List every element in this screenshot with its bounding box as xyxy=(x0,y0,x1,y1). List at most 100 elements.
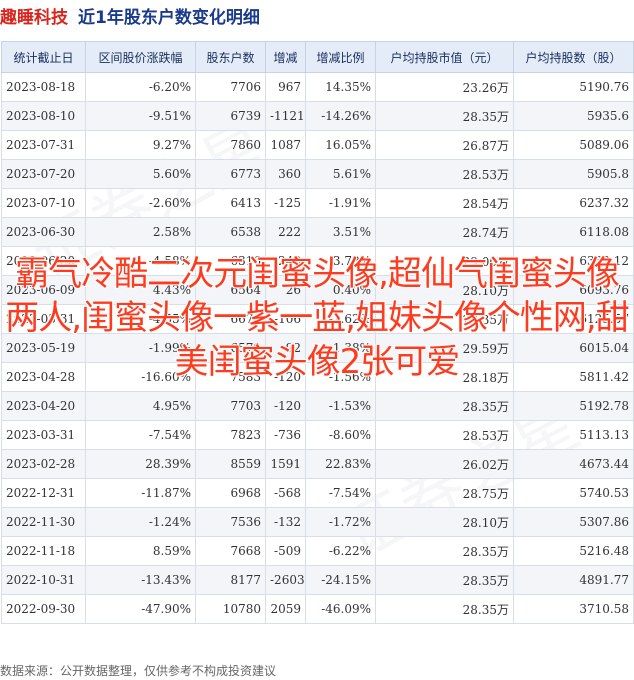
cell-avg-value: 26.87万 xyxy=(375,130,514,160)
cell-ratio: 16.05% xyxy=(305,130,376,160)
cell-date: 2023-07-10 xyxy=(1,188,86,218)
cell-date: 2023-07-20 xyxy=(1,159,86,189)
cell-delta: -120 xyxy=(265,391,306,421)
cell-delta: -509 xyxy=(265,536,306,566)
col-header-avg-value[interactable]: 户均持股市值（元） xyxy=(375,41,514,73)
table-row: 2023-03-31 -7.54% 7823 -736 -8.60% 28.53万 5113… xyxy=(1,420,634,450)
cell-date: 2023-05-31 xyxy=(1,304,86,334)
cell-price-change: -16.60% xyxy=(85,362,196,392)
col-header-avg-shares[interactable]: 户均持股数（股） xyxy=(513,41,634,73)
cell-date: 2023-06-09 xyxy=(1,275,86,305)
cell-delta: 1591 xyxy=(265,449,306,479)
cell-avg-shares: 3710.58 xyxy=(513,594,634,624)
cell-avg-value: 28.35万 xyxy=(375,565,514,595)
table-row: 2023-06-20 -4.58% 6316 -248 -3.78% 29.00万 6333… xyxy=(1,246,634,276)
cell-avg-value: 29.00万 xyxy=(375,246,514,276)
cell-avg-value: 28.74万 xyxy=(375,217,514,247)
cell-holders: 7860 xyxy=(195,130,266,160)
cell-ratio: 3.51% xyxy=(305,217,376,247)
cell-avg-shares: 5811.42 xyxy=(513,362,634,392)
cell-ratio: -14.26% xyxy=(305,101,376,131)
cell-ratio: -8.60% xyxy=(305,420,376,450)
cell-avg-shares: 6093.76 xyxy=(513,275,634,305)
cell-avg-shares: 5113.13 xyxy=(513,420,634,450)
cell-price-change: 2.58% xyxy=(85,217,196,247)
col-header-date[interactable]: 统计截止日 xyxy=(1,41,86,73)
cell-date: 2023-03-31 xyxy=(1,420,86,450)
cell-delta: -1121 xyxy=(265,101,306,131)
cell-delta: -132 xyxy=(265,507,306,537)
cell-price-change: -1.99% xyxy=(85,333,196,363)
cell-delta: -736 xyxy=(265,420,306,450)
cell-date: 2022-11-18 xyxy=(1,536,86,566)
cell-avg-value: 28.35万 xyxy=(375,101,514,131)
cell-delta: 222 xyxy=(265,217,306,247)
cell-avg-shares: 6333.12 xyxy=(513,246,634,276)
cell-avg-shares: 6015.04 xyxy=(513,333,634,363)
cell-date: 2022-11-30 xyxy=(1,507,86,537)
table-row: 2022-12-31 -11.87% 6968 -568 -7.54% 28.75万 574… xyxy=(1,478,634,508)
cell-avg-value: 28.53万 xyxy=(375,159,514,189)
table-row: 2023-08-10 -9.51% 6739 -1121 -14.26% 28.35万 59… xyxy=(1,101,634,131)
table-row: 2022-09-30 -47.90% 10780 2059 -46.09% 28.35万 3… xyxy=(1,594,634,624)
cell-avg-shares: 5740.53 xyxy=(513,478,634,508)
cell-holders: 10780 xyxy=(195,594,266,624)
cell-avg-value: 28.35万 xyxy=(375,536,514,566)
cell-holders: 6773 xyxy=(195,159,266,189)
cell-holders: 6413 xyxy=(195,188,266,218)
cell-price-change: -1.24% xyxy=(85,507,196,537)
cell-date: 2023-07-31 xyxy=(1,130,86,160)
cell-delta: 360 xyxy=(265,159,306,189)
cell-ratio: -3.78% xyxy=(305,246,376,276)
cell-avg-shares: 5192.78 xyxy=(513,391,634,421)
cell-price-change: 9.27% xyxy=(85,130,196,160)
cell-ratio: -1.91% xyxy=(305,188,376,218)
cell-price-change: -4.58% xyxy=(85,246,196,276)
table-row: 2023-07-10 -2.60% 6413 -125 -1.91% 28.54万 6237… xyxy=(1,188,634,218)
cell-avg-value: 28.18万 xyxy=(375,362,514,392)
table-row: 2022-10-31 -13.43% 8177 -2603 -24.15% 28.35万 4… xyxy=(1,565,634,595)
cell-avg-shares: 5190.76 xyxy=(513,72,634,102)
cell-date: 2023-04-28 xyxy=(1,362,86,392)
cell-delta: -125 xyxy=(265,188,306,218)
cell-avg-shares: 6237.32 xyxy=(513,188,634,218)
col-header-delta[interactable]: 增减 xyxy=(265,41,306,73)
data-source-note: 数据来源：公开数据整理，仅供参考不构成投资建议 xyxy=(0,664,277,678)
cell-ratio: -7.54% xyxy=(305,478,376,508)
cell-delta: -568 xyxy=(265,478,306,508)
cell-price-change: -4.55% xyxy=(85,304,196,334)
cell-holders: 6968 xyxy=(195,478,266,508)
col-header-ratio[interactable]: 增减比例 xyxy=(305,41,376,73)
cell-avg-shares: 6125.57 xyxy=(513,304,634,334)
cell-ratio: -24.15% xyxy=(305,565,376,595)
cell-holders: 6578 xyxy=(195,333,266,363)
cell-price-change: 8.59% xyxy=(85,536,196,566)
table-row: 2023-07-31 9.27% 7860 1087 16.05% 26.87万 5089.… xyxy=(1,130,634,160)
cell-price-change: -11.87% xyxy=(85,478,196,508)
cell-ratio: -1.62% xyxy=(305,304,376,334)
cell-price-change: -9.51% xyxy=(85,101,196,131)
cell-date: 2023-08-18 xyxy=(1,72,86,102)
table-row: 2022-11-18 8.59% 7668 -509 -6.22% 28.35万 5216.… xyxy=(1,536,634,566)
cell-price-change: 28.39% xyxy=(85,449,196,479)
cell-holders: 6316 xyxy=(195,246,266,276)
cell-holders: 7668 xyxy=(195,536,266,566)
cell-date: 2023-06-30 xyxy=(1,217,86,247)
cell-price-change: -6.20% xyxy=(85,72,196,102)
col-header-price-change[interactable]: 区间股价涨跌幅 xyxy=(85,41,196,73)
cell-date: 2022-12-31 xyxy=(1,478,86,508)
col-header-holders[interactable]: 股东户数 xyxy=(195,41,266,73)
table-row: 2023-08-18 -6.20% 7706 967 14.35% 23.26万 5190.… xyxy=(1,72,634,102)
cell-price-change: 4.43% xyxy=(85,275,196,305)
table-row: 2023-05-19 -1.99% 6578 -92 -1.38% 29.59万 6015.… xyxy=(1,333,634,363)
table-row: 2023-06-30 2.58% 6538 222 3.51% 28.74万 6118.08 xyxy=(1,217,634,247)
table-row: 2023-04-20 4.95% 7703 -120 -1.53% 28.35万 5192.… xyxy=(1,391,634,421)
table-row: 2023-05-31 -4.55% 6670 -106 -1.62% 28.35万 6125… xyxy=(1,304,634,334)
cell-date: 2023-04-20 xyxy=(1,391,86,421)
cell-avg-value: 28.35万 xyxy=(375,594,514,624)
cell-price-change: -47.90% xyxy=(85,594,196,624)
cell-date: 2022-09-30 xyxy=(1,594,86,624)
cell-holders: 6670 xyxy=(195,304,266,334)
cell-avg-value: 28.10万 xyxy=(375,275,514,305)
table-row: 2023-06-09 4.43% 6564 26 0.40% 28.10万 6093.76 xyxy=(1,275,634,305)
